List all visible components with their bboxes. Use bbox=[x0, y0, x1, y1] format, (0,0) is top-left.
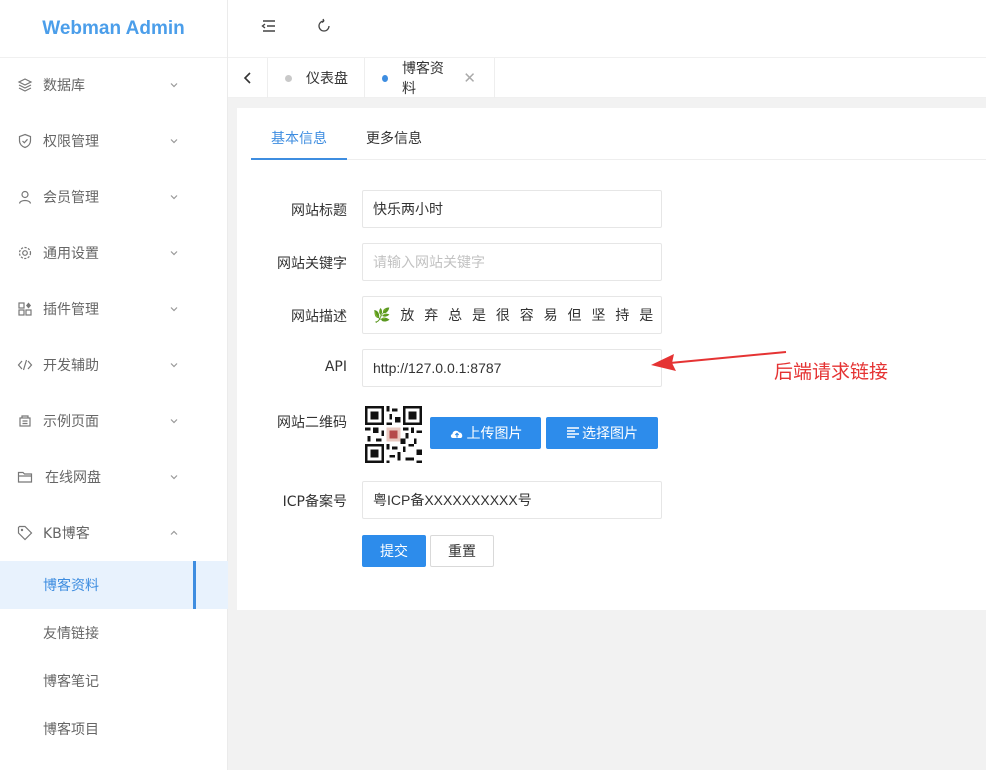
sidebar-item-permissions[interactable]: 权限管理 bbox=[0, 113, 228, 169]
sidebar-item-kb-blog[interactable]: KB博客 bbox=[0, 505, 228, 561]
sidebar-subitem-label: 博客资料 bbox=[43, 578, 99, 594]
site-keywords-label: 网站关键字 bbox=[277, 256, 347, 272]
list-icon bbox=[567, 427, 579, 438]
sidebar-item-label: 权限管理 bbox=[43, 134, 99, 150]
gear-icon bbox=[18, 246, 32, 260]
icp-value: 粤ICP备XXXXXXXXXX号 bbox=[373, 492, 532, 508]
chevron-down-icon bbox=[170, 363, 178, 368]
annotation-arrow bbox=[651, 351, 787, 371]
sidebar-item-settings[interactable]: 通用设置 bbox=[0, 225, 228, 281]
chevron-down-icon bbox=[170, 307, 178, 312]
sidebar-subitem-label: 博客项目 bbox=[43, 722, 99, 738]
tab-status-dot bbox=[285, 74, 292, 82]
form-tabs: 基本信息 更多信息 bbox=[251, 120, 986, 160]
sidebar-item-cloud-drive[interactable]: 在线网盘 bbox=[0, 449, 228, 505]
reset-button[interactable]: 重置 bbox=[430, 535, 494, 567]
sidebar-item-examples[interactable]: 示例页面 bbox=[0, 393, 228, 449]
chevron-down-icon bbox=[170, 475, 178, 480]
database-icon bbox=[17, 78, 33, 92]
sidebar-item-database[interactable]: 数据库 bbox=[0, 57, 228, 113]
tab-label: 博客资料 bbox=[401, 61, 444, 97]
app-logo[interactable]: Webman Admin bbox=[0, 0, 227, 58]
close-icon[interactable]: ✕ bbox=[463, 69, 476, 87]
cloud-upload-icon bbox=[450, 430, 462, 438]
sidebar-item-label: 在线网盘 bbox=[45, 470, 101, 486]
sidebar: Webman Admin 数据库 权限管理 会员管理 通用设置 插件管理 开发辅… bbox=[0, 0, 228, 770]
select-image-button[interactable]: 选择图片 bbox=[546, 417, 658, 449]
tab-dashboard[interactable]: 仪表盘 bbox=[268, 58, 365, 98]
qr-code-label: 网站二维码 bbox=[277, 415, 347, 431]
tab-blog-profile[interactable]: 博客资料 ✕ bbox=[365, 58, 495, 98]
icp-input[interactable]: 粤ICP备XXXXXXXXXX号 bbox=[362, 481, 662, 519]
upload-image-label: 上传图片 bbox=[466, 426, 523, 442]
sidebar-item-label: KB博客 bbox=[43, 526, 90, 542]
sidebar-subitem-blog-profile[interactable]: 博客资料 bbox=[0, 561, 228, 609]
sidebar-item-label: 插件管理 bbox=[43, 302, 99, 318]
sidebar-subitem-friend-links[interactable]: 友情链接 bbox=[0, 609, 228, 657]
tab-scroll-left-button[interactable] bbox=[228, 58, 268, 98]
sidebar-item-members[interactable]: 会员管理 bbox=[0, 169, 228, 225]
sidebar-item-label: 数据库 bbox=[43, 78, 85, 94]
api-value: http://127.0.0.1:8787 bbox=[373, 360, 502, 376]
sidebar-item-label: 示例页面 bbox=[43, 414, 99, 430]
chevron-down-icon bbox=[170, 83, 178, 88]
sidebar-subitem-blog-notes[interactable]: 博客笔记 bbox=[0, 657, 228, 705]
sidebar-subitem-blog-projects[interactable]: 博客项目 bbox=[0, 705, 228, 753]
code-icon bbox=[17, 359, 33, 371]
api-input[interactable]: http://127.0.0.1:8787 bbox=[362, 349, 662, 387]
tag-icon bbox=[17, 525, 33, 541]
sidebar-item-plugins[interactable]: 插件管理 bbox=[0, 281, 228, 337]
icp-label: ICP备案号 bbox=[282, 494, 347, 510]
site-title-input[interactable]: 快乐两小时 bbox=[362, 190, 662, 228]
chevron-left-icon bbox=[243, 72, 251, 84]
chevron-up-icon bbox=[170, 530, 178, 535]
tab-status-dot bbox=[382, 74, 388, 82]
qr-code-image bbox=[365, 406, 422, 463]
user-icon bbox=[18, 190, 32, 204]
site-description-value: 🌿 放 弃 总 是 很 容 易 但 坚 持 是 痛 苦 的 bbox=[373, 307, 661, 323]
sidebar-item-dev-tools[interactable]: 开发辅助 bbox=[0, 337, 228, 393]
shield-icon bbox=[18, 133, 32, 149]
sidebar-item-label: 会员管理 bbox=[43, 190, 99, 206]
chevron-down-icon bbox=[170, 139, 178, 144]
template-icon bbox=[19, 415, 31, 427]
sidebar-item-label: 开发辅助 bbox=[43, 358, 99, 374]
site-description-label: 网站描述 bbox=[291, 309, 347, 325]
upload-image-button[interactable]: 上传图片 bbox=[430, 417, 541, 449]
tab-more-info[interactable]: 更多信息 bbox=[346, 120, 442, 160]
api-label: API bbox=[324, 359, 347, 375]
sidebar-item-label: 通用设置 bbox=[43, 246, 99, 262]
site-keywords-input[interactable]: 请输入网站关键字 bbox=[362, 243, 662, 281]
submit-button[interactable]: 提交 bbox=[362, 535, 426, 567]
refresh-icon[interactable] bbox=[315, 17, 333, 35]
chevron-down-icon bbox=[170, 251, 178, 256]
tab-bar: 仪表盘 博客资料 ✕ bbox=[228, 58, 986, 98]
site-title-value: 快乐两小时 bbox=[373, 201, 443, 217]
chevron-down-icon bbox=[170, 195, 178, 200]
site-keywords-placeholder: 请输入网站关键字 bbox=[373, 254, 485, 270]
sidebar-subitem-label: 博客笔记 bbox=[43, 674, 99, 690]
annotation-text: 后端请求链接 bbox=[774, 361, 889, 383]
sidebar-subitem-label: 友情链接 bbox=[43, 626, 99, 642]
folder-icon bbox=[17, 471, 33, 483]
top-header bbox=[228, 0, 986, 58]
site-title-label: 网站标题 bbox=[291, 203, 347, 219]
chevron-down-icon bbox=[170, 419, 178, 424]
plugin-icon bbox=[18, 302, 32, 316]
collapse-menu-icon[interactable] bbox=[260, 17, 278, 35]
tab-basic-info[interactable]: 基本信息 bbox=[251, 120, 347, 160]
tab-label: 仪表盘 bbox=[306, 71, 348, 87]
select-image-label: 选择图片 bbox=[582, 426, 638, 442]
site-description-input[interactable]: 🌿 放 弃 总 是 很 容 易 但 坚 持 是 痛 苦 的 bbox=[362, 296, 662, 334]
